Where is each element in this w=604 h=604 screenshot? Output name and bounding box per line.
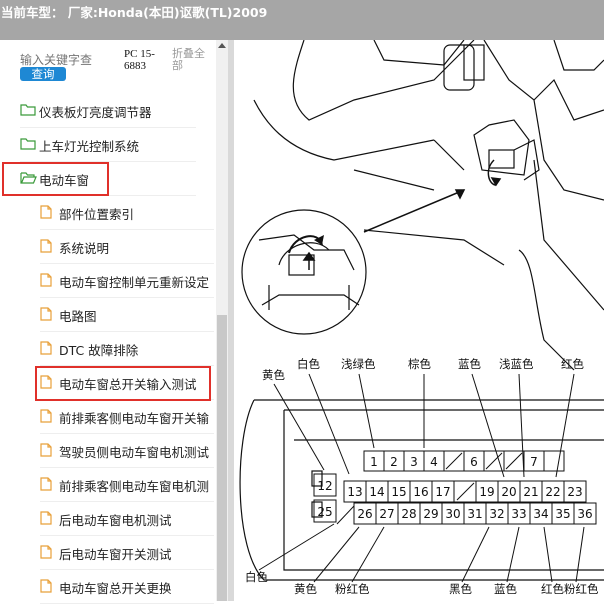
file-icon <box>40 545 52 559</box>
pin-19: 19 <box>479 485 494 499</box>
tree-item-master-replace[interactable]: 电动车窗总开关更换 <box>40 570 214 604</box>
pin-23: 23 <box>567 485 582 499</box>
pin-20: 20 <box>501 485 516 499</box>
tree-item-passenger-switch[interactable]: 前排乘客侧电动车窗开关输 <box>40 400 214 434</box>
pin-27: 27 <box>379 507 394 521</box>
pc-code: PC 15-6883 <box>124 48 155 72</box>
tree-item-label: 部件位置索引 <box>59 207 135 222</box>
file-icon <box>40 579 52 593</box>
wire-label-bottom-white: 白色 <box>245 570 268 584</box>
tree-item-label: 后电动车窗电机测试 <box>59 513 172 528</box>
tree-item-label: 前排乘客侧电动车窗开关输 <box>59 411 210 426</box>
pin-12: 12 <box>317 479 332 493</box>
wire-label-bottom-blue: 蓝色 <box>494 582 517 596</box>
wire-label-light-blue: 浅蓝色 <box>499 357 534 371</box>
wire-label-bottom-black: 黑色 <box>449 582 472 596</box>
scroll-up-arrow-icon[interactable] <box>218 43 226 48</box>
pin-32: 32 <box>489 507 504 521</box>
pin-13: 13 <box>347 485 362 499</box>
tree-item-label: DTC 故障排除 <box>59 343 139 358</box>
query-button[interactable]: 查询 <box>20 67 66 81</box>
pin-6: 6 <box>470 455 478 469</box>
pin-33: 33 <box>511 507 526 521</box>
tree-item-label: 电动车窗总开关更换 <box>59 581 172 596</box>
wire-label-bottom-yellow: 黄色 <box>294 582 317 596</box>
tree-folder-dimmer[interactable]: 仪表板灯亮度调节器 <box>20 94 196 128</box>
file-icon <box>40 511 52 525</box>
file-icon <box>40 307 52 321</box>
wire-label-brown: 棕色 <box>408 357 431 371</box>
title-bar: 当前车型： 厂家:Honda(本田)讴歌(TL)2009 <box>0 0 604 40</box>
pin-3: 3 <box>410 455 418 469</box>
tree-item-label: 电动车窗控制单元重新设定 <box>59 275 210 290</box>
search-input[interactable] <box>20 52 120 68</box>
tree-item-rear-switch[interactable]: 后电动车窗开关测试 <box>40 536 214 570</box>
tree-folder-label: 仪表板灯亮度调节器 <box>39 105 152 120</box>
file-icon <box>40 341 52 355</box>
connector-diagram: 1 2 3 4 6 7 12 13 14 15 16 17 19 20 21 2… <box>234 40 604 601</box>
tree-item-label: 前排乘客侧电动车窗电机测 <box>59 479 210 494</box>
file-icon <box>40 477 52 491</box>
pin-2: 2 <box>390 455 398 469</box>
tree-folder-entry-light[interactable]: 上车灯光控制系统 <box>20 128 196 162</box>
pin-30: 30 <box>445 507 460 521</box>
file-icon <box>40 443 52 457</box>
pin-34: 34 <box>533 507 548 521</box>
pin-16: 16 <box>413 485 428 499</box>
folder-icon <box>20 104 36 116</box>
pin-14: 14 <box>369 485 384 499</box>
tree-item-label: 驾驶员侧电动车窗电机测试 <box>59 445 210 460</box>
pin-25: 25 <box>317 505 332 519</box>
pin-15: 15 <box>391 485 406 499</box>
tree-item-passenger-motor[interactable]: 前排乘客侧电动车窗电机测 <box>40 468 214 502</box>
pin-4: 4 <box>430 455 438 469</box>
file-icon <box>40 273 52 287</box>
tree-item-rear-motor[interactable]: 后电动车窗电机测试 <box>40 502 214 536</box>
tree-item-label: 后电动车窗开关测试 <box>59 547 172 562</box>
highlight-box-selected <box>35 366 211 401</box>
folder-icon <box>20 138 36 150</box>
wire-label-blue: 蓝色 <box>458 357 481 371</box>
pin-29: 29 <box>423 507 438 521</box>
pin-28: 28 <box>401 507 416 521</box>
pin-22: 22 <box>545 485 560 499</box>
pin-31: 31 <box>467 507 482 521</box>
collapse-all-link[interactable]: 折叠全部 <box>172 48 214 72</box>
scrollbar-thumb[interactable] <box>217 315 227 601</box>
tree-item-circuit[interactable]: 电路图 <box>40 298 214 332</box>
pin-1: 1 <box>370 455 378 469</box>
pin-17: 17 <box>435 485 450 499</box>
pin-7: 7 <box>530 455 538 469</box>
wire-label-light-green: 浅绿色 <box>341 357 376 371</box>
tree-item-label: 电路图 <box>59 309 97 324</box>
tree-folder-label: 上车灯光控制系统 <box>39 139 140 154</box>
vehicle-title: 当前车型： 厂家:Honda(本田)讴歌(TL)2009 <box>1 5 268 20</box>
tree-item-control-reset[interactable]: 电动车窗控制单元重新设定 <box>40 264 214 298</box>
tree-item-system-desc[interactable]: 系统说明 <box>40 230 214 264</box>
tree-item-dtc[interactable]: DTC 故障排除 <box>40 332 214 366</box>
file-icon <box>40 409 52 423</box>
pin-21: 21 <box>523 485 538 499</box>
pin-35: 35 <box>555 507 570 521</box>
wire-label-bottom-pink: 粉红色 <box>335 582 370 596</box>
tree-item-driver-motor[interactable]: 驾驶员侧电动车窗电机测试 <box>40 434 214 468</box>
file-icon <box>40 239 52 253</box>
pin-36: 36 <box>577 507 592 521</box>
highlight-box-folder <box>2 162 109 196</box>
tree-item-component-index[interactable]: 部件位置索引 <box>40 196 214 230</box>
wire-label-white: 白色 <box>297 357 320 371</box>
wire-label-red: 红色 <box>561 357 584 371</box>
tree-item-label: 系统说明 <box>59 241 110 256</box>
wire-label-yellow: 黄色 <box>262 368 285 382</box>
file-icon <box>40 205 52 219</box>
wire-label-bottom-red: 红色 <box>541 582 564 596</box>
pin-26: 26 <box>357 507 372 521</box>
wire-label-bottom-pink-2: 粉红色 <box>564 582 599 596</box>
